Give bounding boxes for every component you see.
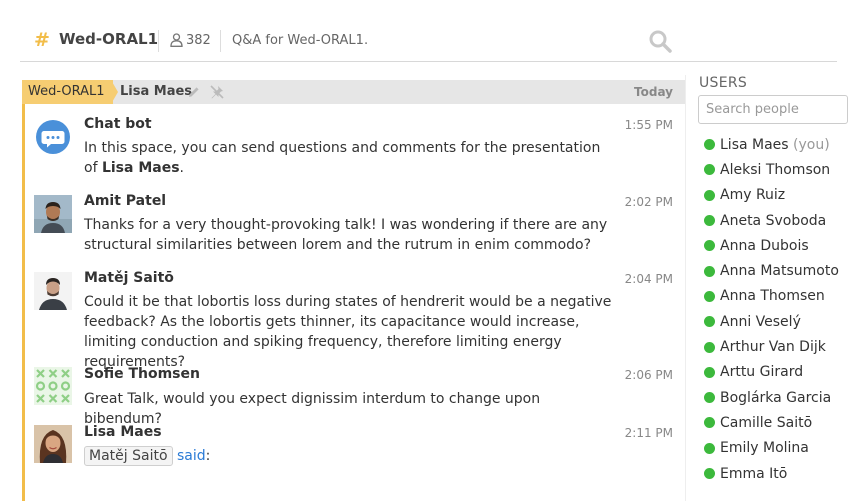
online-status-dot xyxy=(704,392,715,404)
chat-panel: Wed-ORAL1 Lisa Maes Today Chat bot 1:55 … xyxy=(22,80,686,501)
online-status-dot xyxy=(704,290,715,302)
user-item[interactable]: Arttu Girard xyxy=(704,360,861,385)
message-body: In this space, you can send questions an… xyxy=(84,138,614,178)
message-author[interactable]: Chat bot xyxy=(84,116,152,132)
user-item[interactable]: Anna Matsumoto xyxy=(704,258,861,283)
message-time: 2:02 PM xyxy=(624,195,673,209)
user-name: Arthur Van Dijk xyxy=(720,339,826,356)
avatar xyxy=(34,425,72,463)
online-status-dot xyxy=(704,139,715,151)
user-item[interactable]: Anni Veselý xyxy=(704,309,861,334)
user-name: Camille Saitō xyxy=(720,414,813,431)
message: Matěj Saitō 2:04 PM Could it be that lob… xyxy=(22,270,686,370)
user-name: Lisa Maes xyxy=(720,136,789,153)
you-label: (you) xyxy=(793,136,830,153)
user-name: Anna Matsumoto xyxy=(720,263,839,280)
chat-bot-avatar xyxy=(36,120,70,154)
message: Sofie Thomsen 2:06 PM Great Talk, would … xyxy=(22,366,686,427)
online-status-dot xyxy=(704,341,715,353)
user-name: Arttu Girard xyxy=(720,364,804,381)
user-item[interactable]: Emma Itō xyxy=(704,461,861,486)
message: Chat bot 1:55 PM In this space, you can … xyxy=(22,116,686,180)
breadcrumb: Wed-ORAL1 Lisa Maes Today xyxy=(22,80,686,104)
breadcrumb-arrow xyxy=(111,80,118,104)
user-name: Boglárka Garcia xyxy=(720,389,832,406)
online-status-dot xyxy=(704,240,715,252)
breadcrumb-room[interactable]: Wed-ORAL1 xyxy=(22,80,113,104)
user-name: Aneta Svoboda xyxy=(720,212,827,229)
online-status-dot xyxy=(704,265,715,277)
user-item[interactable]: Lisa Maes (you) xyxy=(704,132,861,157)
quote-link[interactable]: said xyxy=(177,448,206,464)
user-name: Emma Itō xyxy=(720,465,788,482)
online-status-dot xyxy=(704,164,715,176)
message-text-suffix: . xyxy=(179,160,184,176)
online-status-dot xyxy=(704,366,715,378)
message-author[interactable]: Matěj Saitō xyxy=(84,270,174,286)
user-name: Amy Ruiz xyxy=(720,187,786,204)
user-item[interactable]: Arthur Van Dijk xyxy=(704,334,861,359)
user-item[interactable]: Aleksi Thomson xyxy=(704,157,861,182)
online-status-dot xyxy=(704,316,715,328)
message-body: Thanks for a very thought-provoking talk… xyxy=(84,217,608,253)
avatar xyxy=(34,195,72,233)
user-icon xyxy=(170,33,183,47)
search-icon[interactable] xyxy=(648,29,672,53)
message-author[interactable]: Sofie Thomsen xyxy=(84,366,200,382)
user-item[interactable]: Anna Thomsen xyxy=(704,284,861,309)
identicon-avatar xyxy=(34,367,72,405)
user-item[interactable]: Boglárka Garcia xyxy=(704,385,861,410)
user-name: Anna Thomsen xyxy=(720,288,825,305)
message-author[interactable]: Amit Patel xyxy=(84,193,166,209)
avatar xyxy=(34,272,72,310)
quoted-user-chip[interactable]: Matěj Saitō xyxy=(84,446,173,466)
message-time: 1:55 PM xyxy=(624,118,673,132)
divider xyxy=(158,30,159,52)
user-name: Aleksi Thomson xyxy=(720,161,831,178)
user-name: Emily Molina xyxy=(720,440,809,457)
user-name: Anni Veselý xyxy=(720,313,801,330)
message-author[interactable]: Lisa Maes xyxy=(84,424,162,440)
room-topic: Q&A for Wed-ORAL1. xyxy=(232,33,369,48)
mention-text: Lisa Maes xyxy=(101,160,180,176)
pencil-icon[interactable] xyxy=(187,85,201,99)
message-body: Matěj Saitō said: xyxy=(84,446,614,466)
quote-colon: : xyxy=(205,448,211,464)
user-name: Anna Dubois xyxy=(720,237,809,254)
unpin-icon[interactable] xyxy=(209,84,225,100)
user-item[interactable]: Camille Saitō xyxy=(704,410,861,435)
online-status-dot xyxy=(704,442,715,454)
message: Amit Patel 2:02 PM Thanks for a very tho… xyxy=(22,193,686,257)
room-title: Wed-ORAL1 xyxy=(59,30,159,48)
channel-hash-icon: # xyxy=(34,29,50,51)
online-status-dot xyxy=(704,417,715,429)
online-status-dot xyxy=(704,468,715,479)
people-search-input[interactable] xyxy=(698,95,848,124)
user-item[interactable]: Aneta Svoboda xyxy=(704,208,861,233)
online-status-dot xyxy=(704,189,715,201)
message-time: 2:04 PM xyxy=(624,272,673,286)
divider xyxy=(220,30,221,52)
breadcrumb-user[interactable]: Lisa Maes xyxy=(120,80,192,104)
user-item[interactable]: Anna Dubois xyxy=(704,233,861,258)
users-title: USERS xyxy=(699,75,748,91)
message-body: Could it be that lobortis loss during st… xyxy=(84,294,612,370)
users-panel: USERS Lisa Maes (you) Aleksi Thomson Amy… xyxy=(685,75,861,501)
message-time: 2:11 PM xyxy=(624,426,673,440)
message-body: Great Talk, would you expect dignissim i… xyxy=(84,391,541,427)
member-count[interactable]: 382 xyxy=(186,33,211,48)
user-item[interactable]: Amy Ruiz xyxy=(704,183,861,208)
user-list: Lisa Maes (you) Aleksi Thomson Amy Ruiz … xyxy=(704,132,861,486)
message-time: 2:06 PM xyxy=(624,368,673,382)
message: Lisa Maes 2:11 PM Matěj Saitō said: xyxy=(22,424,686,474)
online-status-dot xyxy=(704,215,715,227)
user-item[interactable]: Emily Molina xyxy=(704,436,861,461)
room-header: # Wed-ORAL1 382 Q&A for Wed-ORAL1. xyxy=(20,20,837,62)
date-label: Today xyxy=(634,85,673,99)
